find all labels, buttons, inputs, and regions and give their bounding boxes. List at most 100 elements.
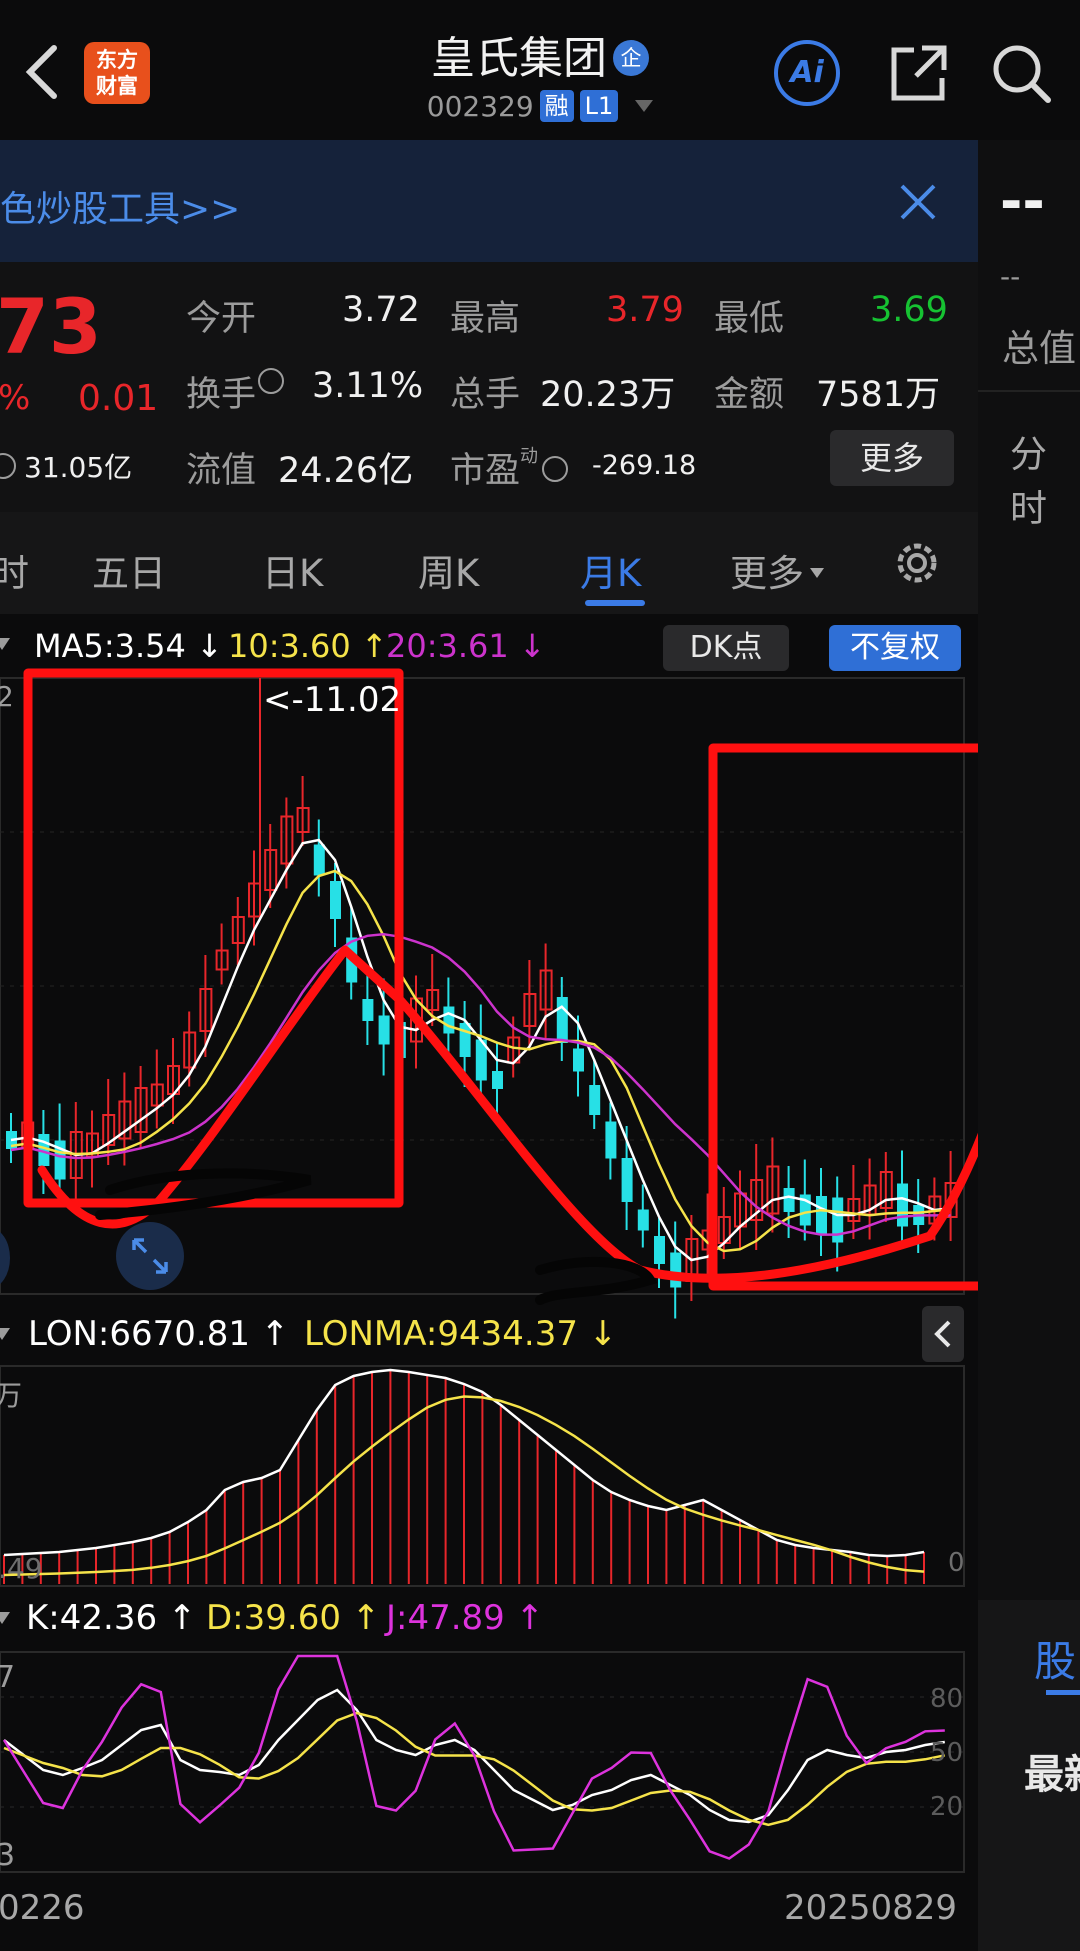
enterprise-badge: 企 xyxy=(613,40,649,76)
candle-body-down xyxy=(654,1236,665,1264)
candle-body-up xyxy=(167,1065,180,1095)
pe-label[interactable]: 市盈动 xyxy=(450,442,569,493)
candle-body-down xyxy=(816,1196,827,1234)
hand-annotations xyxy=(23,668,1080,1291)
tab-more[interactable]: 更多 xyxy=(730,543,824,597)
share-icon[interactable] xyxy=(886,42,950,106)
annotation-curve-left xyxy=(37,755,1080,1283)
right-fen-tab[interactable]: 分时 xyxy=(1010,424,1080,532)
chart-top-left-tick: 2 xyxy=(0,680,14,713)
candle-body-up xyxy=(944,1182,958,1218)
candle-body-up xyxy=(539,969,553,1011)
right-zui-label: 最新 xyxy=(1024,1752,1080,1798)
open-label: 今开 xyxy=(186,299,257,339)
total-mv-row: 31.05亿 xyxy=(0,446,132,486)
candle-body-down xyxy=(783,1188,795,1212)
candle-body-down xyxy=(330,881,341,919)
kdj-j-value: J:47.89 ↑ xyxy=(386,1598,545,1638)
candle-body-down xyxy=(6,1131,17,1149)
candle-body-up xyxy=(879,1171,893,1209)
stock-code: 002329 xyxy=(426,90,534,123)
ai-button[interactable]: Ai xyxy=(774,40,840,106)
candle-body-up xyxy=(86,1132,99,1158)
main-chart-frame xyxy=(0,677,965,1295)
candle-body-down xyxy=(605,1121,617,1159)
volume-value: 20.23万 xyxy=(540,375,676,415)
tab-five-day[interactable]: 五日 xyxy=(92,543,166,597)
high-value: 3.79 xyxy=(606,290,684,330)
candle-body-up xyxy=(150,1083,164,1107)
lon-tick-bottom: .49 xyxy=(0,1552,43,1585)
tab-weekly-k[interactable]: 周K xyxy=(418,543,479,597)
candle-body-up xyxy=(410,997,423,1043)
high-label: 最高 xyxy=(450,299,521,339)
right-gu-underline xyxy=(1046,1690,1080,1695)
active-tab-indicator xyxy=(585,600,645,606)
candle-body-up xyxy=(69,1131,83,1179)
candle-body-up xyxy=(102,1114,116,1146)
level-tag: L1 xyxy=(579,90,619,122)
info-icon[interactable] xyxy=(258,368,285,394)
stock-name: 皇氏集团 xyxy=(431,33,607,84)
info-icon[interactable] xyxy=(542,456,569,482)
search-icon[interactable] xyxy=(990,42,1054,106)
info-icon[interactable] xyxy=(0,453,16,479)
kdj-lines-group xyxy=(2,1654,946,1860)
total-market-value: 31.05亿 xyxy=(24,451,133,484)
settings-gear-icon[interactable] xyxy=(890,536,944,590)
ma-dropdown-icon[interactable] xyxy=(0,638,10,650)
candle-body-up xyxy=(863,1184,877,1216)
kdj-k-line xyxy=(3,1688,945,1824)
candle-body-up xyxy=(280,815,294,865)
candle-body-up xyxy=(426,989,440,1011)
date-start: 0226 xyxy=(0,1888,85,1928)
kdj-tick-80: 80 xyxy=(930,1684,964,1714)
banner-text[interactable]: 色炒股工具>> xyxy=(0,180,240,232)
candle-body-down xyxy=(38,1134,50,1166)
candle-body-up xyxy=(523,993,537,1027)
ma20-line xyxy=(10,932,951,1236)
turnover-label[interactable]: 换手 xyxy=(186,366,285,417)
more-button[interactable]: 更多 xyxy=(830,430,954,486)
candle-body-up xyxy=(134,1087,148,1133)
kdj-k-value: K:42.36 ↑ xyxy=(26,1598,197,1638)
candle-body-up xyxy=(248,882,261,918)
candle-body-down xyxy=(313,844,325,876)
tab-daily-k[interactable]: 日K xyxy=(262,543,323,597)
candle-body-down xyxy=(589,1085,601,1115)
close-icon[interactable] xyxy=(898,182,938,222)
tab-monthly-k[interactable]: 月K xyxy=(580,543,641,597)
candle-body-down xyxy=(362,999,374,1021)
lon-bars-group xyxy=(3,1370,925,1584)
current-price: 73 xyxy=(0,282,102,371)
max-annotation: <-11.02 xyxy=(263,680,402,720)
candle-body-up xyxy=(215,949,229,971)
no-adjust-button[interactable]: 不复权 xyxy=(829,625,961,671)
amount-value: 7581万 xyxy=(816,375,941,415)
candle-body-up xyxy=(766,1165,780,1215)
dk-point-button[interactable]: DK点 xyxy=(663,625,789,671)
dropdown-caret-icon[interactable] xyxy=(635,100,654,112)
expand-icon[interactable] xyxy=(130,1236,170,1276)
tab-intraday[interactable]: 时 xyxy=(0,543,29,597)
kdj-dropdown-icon[interactable] xyxy=(0,1612,10,1624)
ma5-line xyxy=(10,838,951,1262)
candle-body-down xyxy=(556,997,568,1043)
candle-body-up xyxy=(507,1036,521,1064)
kdj-tick-50: 50 xyxy=(930,1738,964,1768)
lonma-line xyxy=(3,1395,925,1577)
kdj-panel-frame xyxy=(0,1651,965,1873)
right-total-label: 总值 xyxy=(1002,327,1076,370)
margin-tag: 融 xyxy=(539,90,574,122)
candle-body-down xyxy=(897,1183,908,1227)
candle-body-down xyxy=(394,1022,406,1058)
candle-body-down xyxy=(573,1048,584,1072)
change-amount: 0.01 xyxy=(78,378,159,419)
right-gu-tab[interactable]: 股 xyxy=(1034,1628,1076,1689)
lon-line xyxy=(3,1368,925,1558)
turnover-value: 3.11% xyxy=(312,366,424,406)
chevron-left-icon[interactable] xyxy=(922,1306,964,1362)
candle-body-down xyxy=(832,1197,844,1243)
lon-dropdown-icon[interactable] xyxy=(0,1328,10,1340)
left-edge-button[interactable] xyxy=(0,1228,10,1288)
